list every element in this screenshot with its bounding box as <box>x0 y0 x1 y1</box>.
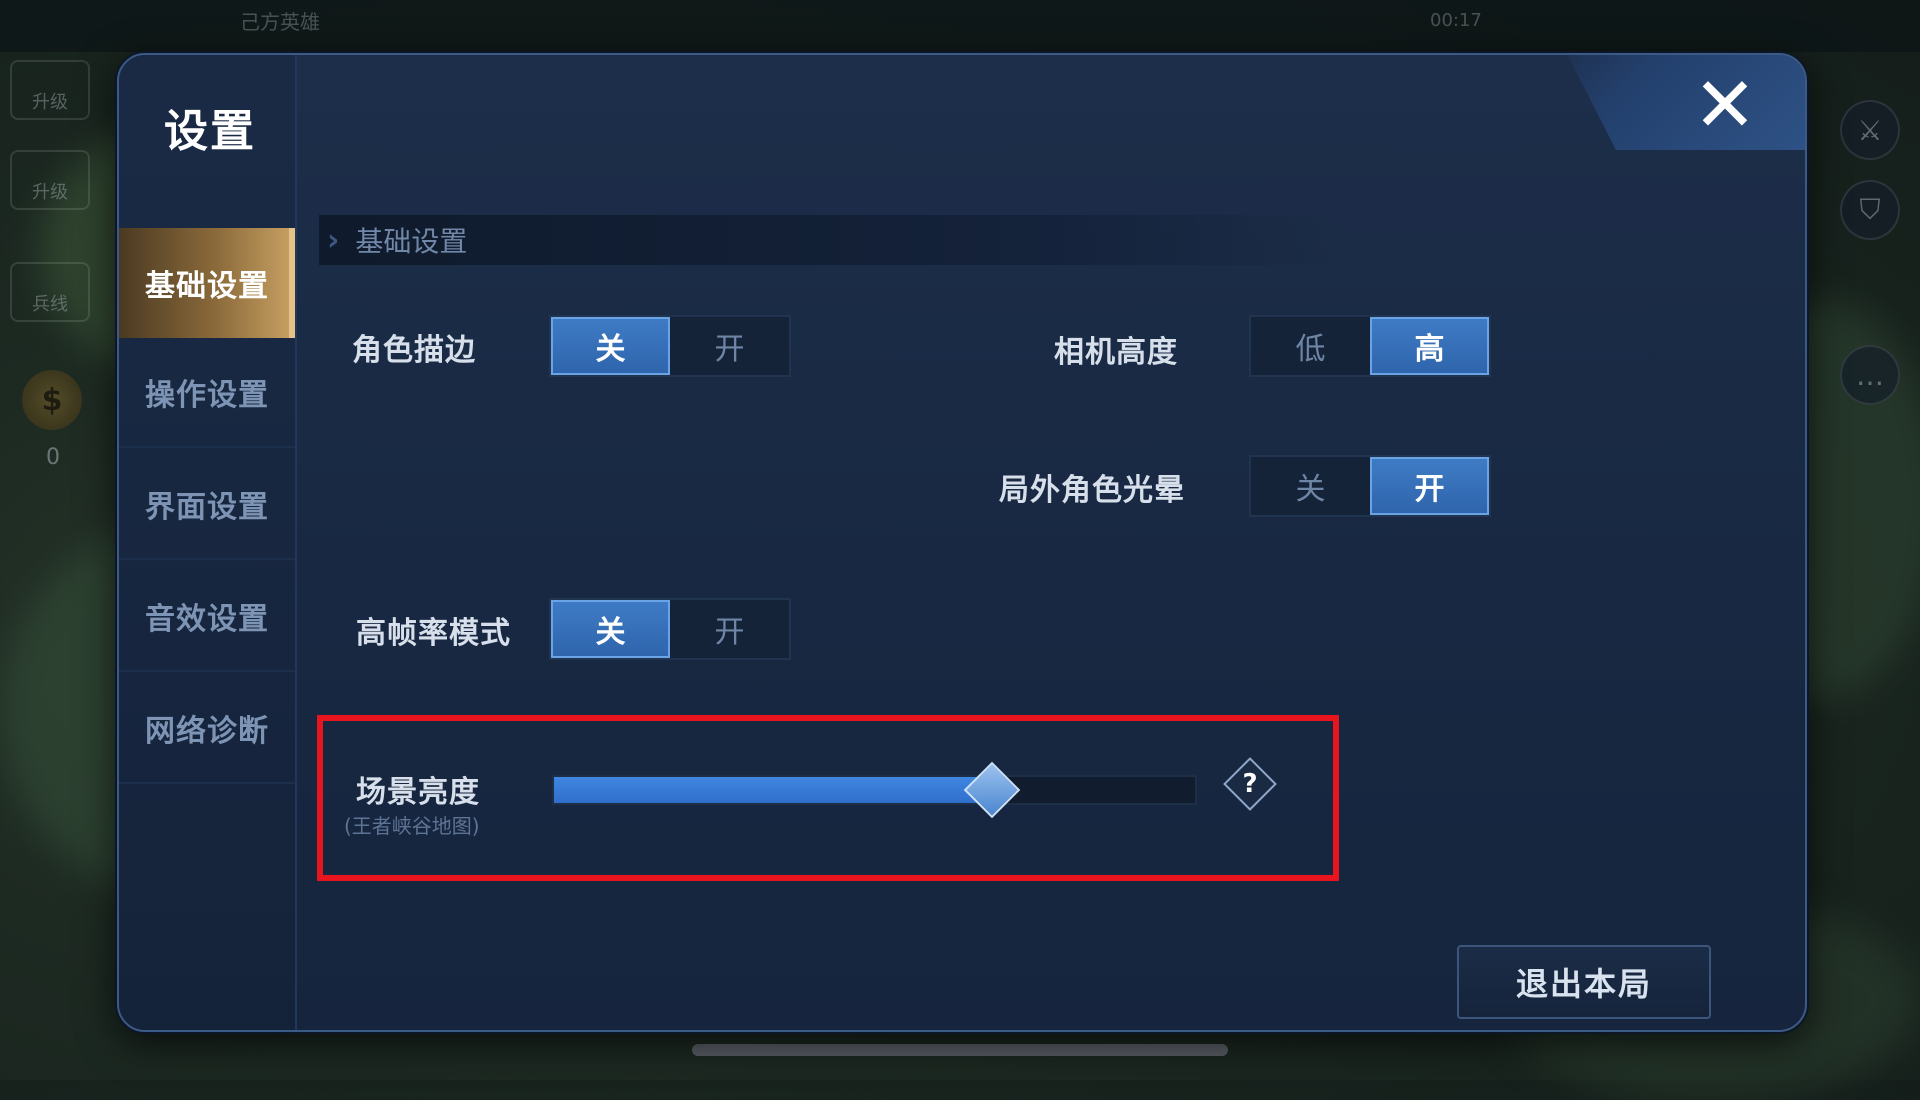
tab-network-diagnosis[interactable]: 网络诊断 <box>119 674 295 784</box>
exit-match-button[interactable]: 退出本局 <box>1457 945 1711 1019</box>
camera-height-label: 相机高度 <box>1054 335 1178 370</box>
chevron-right-icon: › <box>327 222 340 258</box>
halo-label: 局外角色光晕 <box>999 473 1185 508</box>
tab-control-settings[interactable]: 操作设置 <box>119 338 295 448</box>
shield-icon[interactable]: ⛉ <box>1840 180 1900 240</box>
outline-label: 角色描边 <box>352 333 476 368</box>
help-button[interactable]: ? <box>1231 765 1269 803</box>
chat-icon[interactable]: … <box>1840 345 1900 405</box>
home-indicator[interactable] <box>692 1044 1228 1056</box>
section-header: › 基础设置 <box>319 215 1339 265</box>
team-heroes-label: 己方英雄 <box>240 10 320 34</box>
camera-height-toggle: 低 高 <box>1249 315 1491 377</box>
outline-off-option[interactable]: 关 <box>551 317 670 375</box>
match-timer: 00:17 <box>1430 10 1482 31</box>
halo-off-option[interactable]: 关 <box>1251 457 1370 515</box>
settings-dialog: 设置 基础设置 操作设置 界面设置 音效设置 网络诊断 ✕ › 基础设置 角色描… <box>117 53 1807 1032</box>
coin-count: 0 <box>46 445 60 470</box>
high-fps-on-option[interactable]: 开 <box>670 600 789 658</box>
brightness-slider-fill <box>554 777 990 803</box>
section-title: 基础设置 <box>355 225 468 258</box>
upgrade-button-1[interactable]: 升级 <box>10 60 90 120</box>
sword-icon[interactable]: ⚔ <box>1840 100 1900 160</box>
halo-toggle: 关 开 <box>1249 455 1491 517</box>
dialog-title: 设置 <box>164 106 256 157</box>
lane-button[interactable]: 兵线 <box>10 262 90 322</box>
high-fps-off-option[interactable]: 关 <box>551 600 670 658</box>
coin-icon: $ <box>22 370 82 430</box>
brightness-slider[interactable] <box>552 761 1197 819</box>
high-fps-label: 高帧率模式 <box>356 616 511 651</box>
camera-height-low-option[interactable]: 低 <box>1251 317 1370 375</box>
brightness-label: 场景亮度 <box>356 775 480 810</box>
upgrade-button-2[interactable]: 升级 <box>10 150 90 210</box>
outline-toggle: 关 开 <box>549 315 791 377</box>
tab-basic-settings[interactable]: 基础设置 <box>119 228 295 338</box>
settings-sidebar: 设置 基础设置 操作设置 界面设置 音效设置 网络诊断 <box>119 55 297 1030</box>
brightness-sublabel: (王者峡谷地图) <box>344 814 480 838</box>
halo-on-option[interactable]: 开 <box>1370 457 1489 515</box>
high-fps-toggle: 关 开 <box>549 598 791 660</box>
outline-on-option[interactable]: 开 <box>670 317 789 375</box>
camera-height-high-option[interactable]: 高 <box>1370 317 1489 375</box>
tab-sound-settings[interactable]: 音效设置 <box>119 562 295 672</box>
tab-interface-settings[interactable]: 界面设置 <box>119 450 295 560</box>
close-button[interactable]: ✕ <box>1685 65 1765 145</box>
